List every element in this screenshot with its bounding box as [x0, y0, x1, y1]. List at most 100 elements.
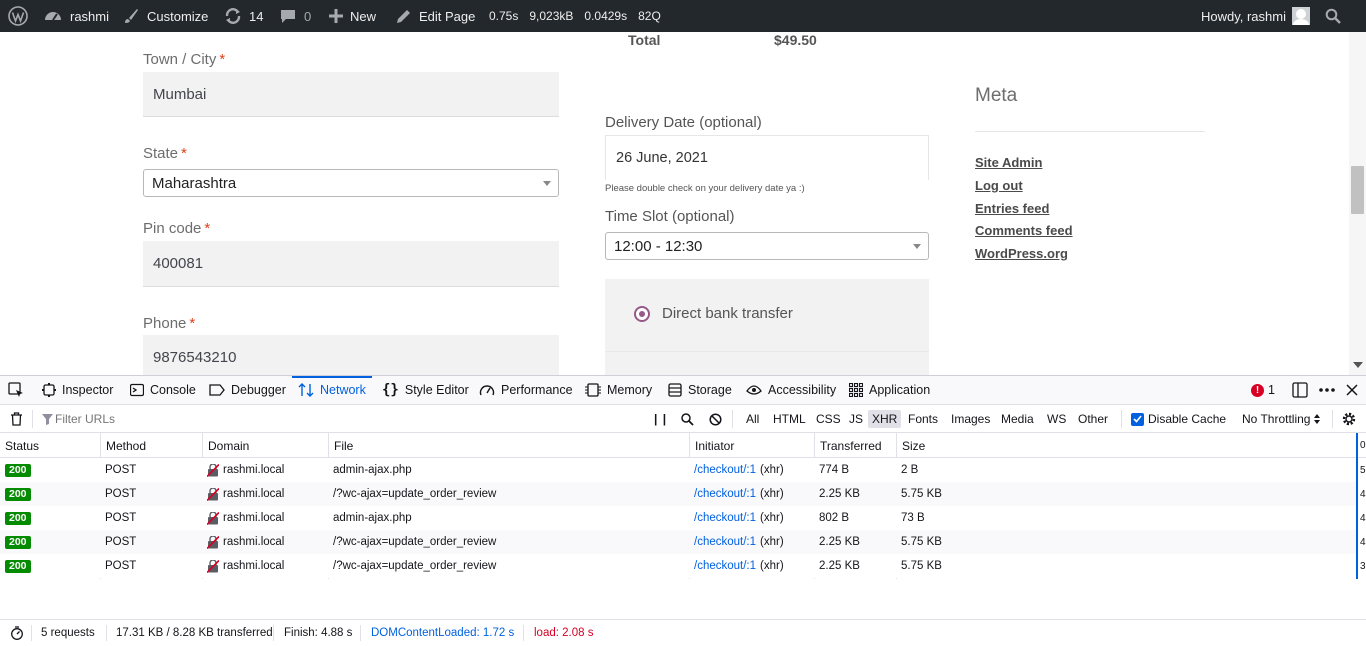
payment-radio[interactable] [634, 306, 650, 322]
page-scrollbar-thumb[interactable] [1351, 166, 1364, 214]
tab-performance[interactable]: Performance [479, 376, 573, 404]
payment-method-label[interactable]: Direct bank transfer [662, 305, 793, 322]
updates-link[interactable]: 14 [224, 0, 263, 32]
initiator-link[interactable]: /checkout/:1 [694, 536, 756, 548]
network-arrows-icon [298, 383, 314, 397]
comments-link[interactable]: 0 [280, 0, 311, 32]
pincode-input[interactable]: 400081 [143, 241, 559, 287]
delivery-date-input[interactable]: 26 June, 2021 [605, 135, 929, 180]
tab-label: Storage [688, 383, 732, 397]
wordpress-logo-icon[interactable] [8, 0, 28, 32]
wordpress-org-link[interactable]: WordPress.org [975, 246, 1068, 261]
comments-count: 0 [304, 8, 312, 24]
table-row[interactable]: 200 POST rashmi.local /?wc-ajax=update_orde… [0, 554, 1366, 578]
search-icon[interactable] [681, 405, 694, 433]
requests-table-header: Status Method Domain File Initiator Tran… [0, 433, 1366, 458]
tab-storage[interactable]: Storage [668, 376, 732, 404]
filter-html[interactable]: HTML [769, 410, 810, 428]
throttling-select[interactable]: No Throttling [1242, 405, 1321, 433]
tab-inspector[interactable]: Inspector [42, 376, 113, 404]
initiator-cell: /checkout/:1 (xhr) [689, 482, 814, 506]
time-slot-select[interactable]: 12:00 - 12:30 [605, 232, 929, 260]
tab-style-editor[interactable]: {} Style Editor [382, 376, 469, 404]
insecure-lock-icon [207, 511, 219, 525]
state-select[interactable]: Maharashtra [143, 169, 559, 197]
domain-text: rashmi.local [223, 560, 285, 572]
column-transferred[interactable]: Transferred [814, 433, 896, 458]
scroll-down-arrow-icon[interactable] [1353, 362, 1363, 368]
insecure-lock-icon [207, 559, 219, 573]
site-admin-link[interactable]: Site Admin [975, 155, 1042, 170]
checkbox-checked-icon[interactable] [1131, 412, 1144, 426]
comments-feed-link[interactable]: Comments feed [975, 223, 1073, 238]
entries-feed-link[interactable]: Entries feed [975, 201, 1049, 216]
pincode-label: Pin code * [143, 220, 211, 237]
disable-cache-toggle[interactable]: Disable Cache [1131, 405, 1226, 433]
inspector-icon [42, 383, 56, 397]
tab-network[interactable]: Network [292, 376, 372, 404]
column-file[interactable]: File [328, 433, 689, 458]
tab-application[interactable]: Application [849, 376, 930, 404]
column-initiator[interactable]: Initiator [689, 433, 814, 458]
column-status[interactable]: Status [0, 433, 100, 458]
error-icon: ! [1251, 383, 1264, 397]
settings-gear-icon[interactable] [1341, 405, 1357, 433]
tab-memory[interactable]: Memory [585, 376, 652, 404]
city-input[interactable]: Mumbai [143, 72, 559, 117]
filter-urls-input[interactable] [55, 409, 635, 429]
customize-link[interactable]: Customize [123, 0, 208, 32]
more-options-icon[interactable] [1318, 376, 1336, 404]
filter-css[interactable]: CSS [812, 410, 845, 428]
my-account-menu[interactable]: Howdy, rashmi [1201, 0, 1310, 32]
status-badge: 200 [5, 535, 31, 549]
filter-fonts[interactable]: Fonts [904, 410, 942, 428]
initiator-link[interactable]: /checkout/:1 [694, 512, 756, 524]
close-icon[interactable] [1346, 376, 1358, 404]
filter-all[interactable]: All [742, 410, 763, 428]
column-method[interactable]: Method [100, 433, 202, 458]
filter-xhr[interactable]: XHR [868, 410, 902, 428]
edit-page-link[interactable]: Edit Page [396, 0, 475, 32]
filter-js[interactable]: JS [845, 410, 867, 428]
dashboard-icon [44, 8, 62, 24]
element-picker-icon[interactable] [8, 376, 24, 404]
status-separator [273, 625, 274, 641]
table-row[interactable]: 200 POST rashmi.local /?wc-ajax=update_orde… [0, 482, 1366, 506]
trash-icon[interactable] [10, 405, 23, 433]
initiator-link[interactable]: /checkout/:1 [694, 488, 756, 500]
initiator-type: (xhr) [760, 488, 784, 500]
finish-time: Finish: 4.88 s [284, 627, 353, 639]
pause-button[interactable]: | | [654, 405, 667, 433]
error-count-badge[interactable]: ! 1 [1251, 376, 1275, 404]
log-out-link[interactable]: Log out [975, 178, 1023, 193]
new-content-menu[interactable]: New [329, 0, 376, 32]
search-icon[interactable] [1325, 0, 1341, 32]
tab-console[interactable]: Console [130, 376, 196, 404]
table-row[interactable]: 200 POST rashmi.local admin-ajax.php/checko… [0, 458, 1366, 482]
query-monitor-menu[interactable]: 0.75s 9,023kB 0.0429s 82Q [489, 0, 661, 32]
tab-label: Application [869, 383, 931, 397]
phone-input[interactable]: 9876543210 [143, 335, 559, 375]
filter-images[interactable]: Images [947, 410, 994, 428]
initiator-link[interactable]: /checkout/:1 [694, 560, 756, 572]
column-domain[interactable]: Domain [202, 433, 328, 458]
tab-debugger[interactable]: Debugger [209, 376, 286, 404]
dock-side-icon[interactable] [1292, 376, 1308, 404]
gauge-icon [479, 383, 495, 397]
table-row[interactable]: 200 POST rashmi.local admin-ajax.php/checko… [0, 506, 1366, 530]
tab-label: Debugger [231, 383, 286, 397]
curly-braces-icon: {} [382, 382, 399, 398]
filter-other[interactable]: Other [1074, 410, 1112, 428]
site-name-menu[interactable]: rashmi [44, 0, 109, 32]
filter-ws[interactable]: WS [1043, 410, 1070, 428]
chevron-down-icon [543, 181, 551, 186]
order-total-value: $49.50 [774, 32, 817, 48]
column-size[interactable]: Size [896, 433, 1356, 458]
tab-accessibility[interactable]: Accessibility [746, 376, 836, 404]
city-label: Town / City * [143, 51, 226, 68]
table-row[interactable]: 200 POST rashmi.local /?wc-ajax=update_orde… [0, 530, 1366, 554]
initiator-link[interactable]: /checkout/:1 [694, 464, 756, 476]
filter-media[interactable]: Media [997, 410, 1038, 428]
stopwatch-icon[interactable] [10, 620, 24, 646]
block-icon[interactable] [709, 405, 722, 433]
